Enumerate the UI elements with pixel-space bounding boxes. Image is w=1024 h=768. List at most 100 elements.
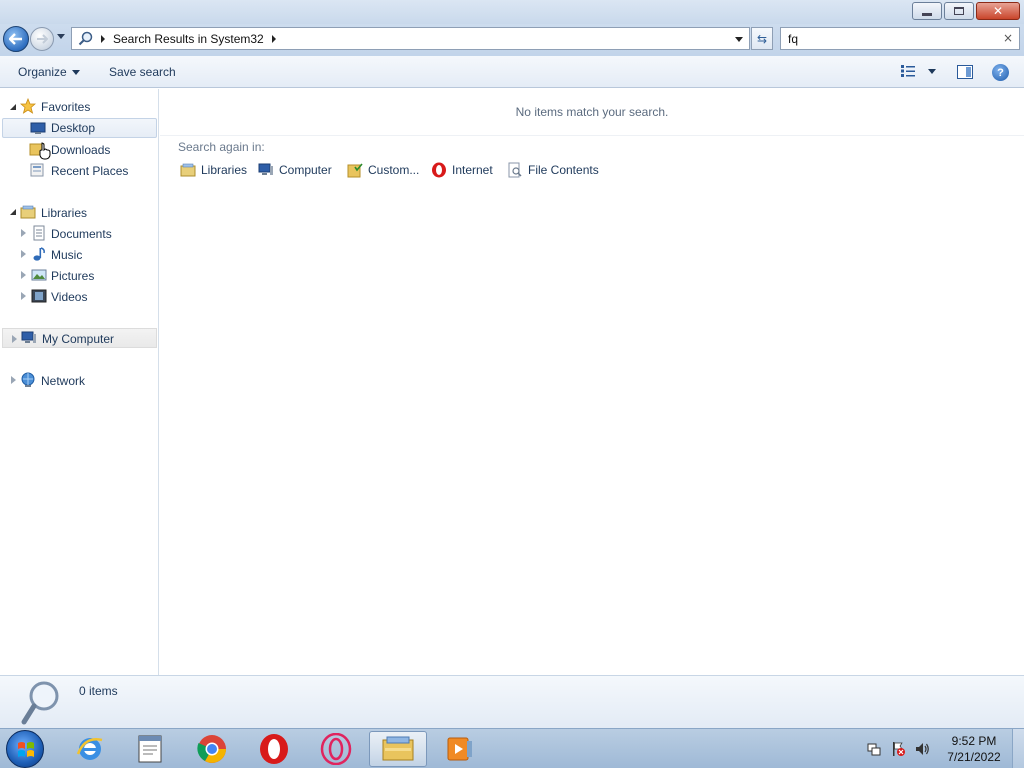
collapsed-arrow-icon[interactable]: [12, 335, 17, 343]
nav-pictures-label: Pictures: [51, 269, 95, 283]
search-again-computer-label: Computer: [279, 163, 332, 177]
expanded-arrow-icon[interactable]: [10, 104, 16, 110]
minimize-button[interactable]: [912, 2, 942, 20]
taskbar-windows-explorer[interactable]: [369, 731, 427, 767]
taskbar-clock[interactable]: 9:52 PM 7/21/2022: [940, 733, 1008, 765]
breadcrumb-chevron-icon[interactable]: [271, 34, 276, 43]
system-tray: [866, 741, 930, 757]
chevron-down-icon: [71, 70, 80, 76]
opera-icon: [260, 734, 288, 764]
search-input[interactable]: [781, 28, 981, 49]
address-history-dropdown[interactable]: [735, 37, 743, 42]
taskbar: 9:52 PM 7/21/2022: [0, 728, 1024, 768]
window-titlebar: ✕: [0, 0, 1024, 24]
opera-icon: [432, 162, 446, 178]
preview-pane-button[interactable]: [957, 65, 973, 79]
change-view-button[interactable]: [900, 64, 936, 78]
nav-libraries[interactable]: Libraries: [0, 202, 157, 222]
nav-videos[interactable]: Videos: [0, 286, 157, 306]
media-player-icon: [447, 737, 472, 761]
collapsed-arrow-icon[interactable]: [21, 229, 26, 237]
empty-search-text: No items match your search.: [515, 105, 669, 119]
chrome-icon: [197, 735, 226, 763]
mouse-cursor-icon: [39, 142, 51, 160]
details-view-icon: [901, 65, 915, 77]
search-again-custom-label: Custom...: [368, 163, 420, 177]
caption-buttons: ✕: [912, 2, 1020, 20]
expanded-arrow-icon[interactable]: [10, 209, 16, 215]
collapsed-arrow-icon[interactable]: [21, 292, 26, 300]
forward-button[interactable]: [30, 27, 54, 51]
organize-button[interactable]: Organize: [18, 65, 80, 79]
view-options-dropdown-icon[interactable]: [928, 68, 936, 74]
search-again-libraries[interactable]: Libraries: [180, 160, 247, 180]
opera-gx-icon: [320, 733, 352, 765]
nav-downloads[interactable]: Downloads: [0, 139, 157, 160]
videos-icon: [31, 289, 47, 303]
collapsed-arrow-icon[interactable]: [21, 250, 26, 258]
recent-pages-dropdown[interactable]: [57, 34, 65, 39]
nav-network[interactable]: Network: [0, 370, 157, 390]
nav-desktop[interactable]: Desktop: [2, 118, 157, 138]
search-again-file-contents[interactable]: File Contents: [507, 160, 599, 180]
network-status-icon[interactable]: [866, 741, 882, 757]
search-again-file-contents-label: File Contents: [528, 163, 599, 177]
back-button[interactable]: [3, 26, 29, 52]
show-desktop-button[interactable]: [1012, 729, 1024, 768]
search-icon: [78, 31, 93, 46]
content-pane: No items match your search. Search again…: [160, 89, 1024, 675]
action-center-flag-icon[interactable]: [890, 741, 906, 757]
taskbar-notepad[interactable]: [121, 731, 179, 767]
save-search-button[interactable]: Save search: [109, 65, 176, 79]
search-again-custom[interactable]: Custom...: [347, 160, 419, 180]
taskbar-opera[interactable]: [245, 731, 303, 767]
nav-music-label: Music: [51, 248, 83, 262]
nav-favorites-label: Favorites: [41, 100, 91, 114]
search-again-computer[interactable]: Computer: [258, 160, 332, 180]
command-bar: Organize Save search ?: [0, 56, 1024, 88]
start-button[interactable]: [6, 730, 44, 768]
taskbar-media-player[interactable]: [431, 731, 489, 767]
taskbar-opera-gx[interactable]: [307, 731, 365, 767]
windows-explorer-icon: [382, 736, 414, 761]
restore-button[interactable]: [944, 2, 974, 20]
windows-logo-icon: [18, 742, 34, 757]
item-count: 0 items: [79, 684, 118, 698]
libraries-icon: [180, 163, 196, 177]
save-search-label: Save search: [109, 65, 176, 79]
computer-icon: [21, 331, 36, 343]
nav-videos-label: Videos: [51, 290, 88, 304]
nav-libraries-label: Libraries: [41, 206, 88, 220]
volume-icon[interactable]: [914, 741, 930, 757]
refresh-button[interactable]: ⇆: [751, 27, 773, 50]
address-bar[interactable]: Search Results in System32: [71, 27, 750, 50]
nav-pictures[interactable]: Pictures: [0, 265, 157, 285]
pictures-icon: [31, 269, 47, 281]
collapsed-arrow-icon[interactable]: [11, 376, 16, 384]
network-icon: [21, 372, 35, 387]
file-contents-icon: [508, 162, 522, 178]
breadcrumb-search-results[interactable]: Search Results in System32: [113, 32, 264, 46]
nav-downloads-label: Downloads: [51, 143, 111, 157]
search-again-internet[interactable]: Internet: [431, 160, 493, 180]
help-button[interactable]: ?: [992, 64, 1009, 81]
collapsed-arrow-icon[interactable]: [21, 271, 26, 279]
nav-documents-label: Documents: [51, 227, 112, 241]
taskbar-chrome[interactable]: [183, 731, 241, 767]
nav-music[interactable]: Music: [0, 244, 157, 264]
clock-time: 9:52 PM: [951, 734, 997, 748]
nav-my-computer[interactable]: My Computer: [2, 328, 157, 348]
nav-my-computer-label: My Computer: [42, 332, 115, 346]
clear-search-icon[interactable]: ×: [1003, 31, 1013, 45]
breadcrumb-separator-icon[interactable]: [101, 34, 105, 43]
nav-favorites[interactable]: Favorites: [0, 97, 157, 117]
taskbar-internet-explorer[interactable]: [61, 731, 119, 767]
nav-recent-places[interactable]: Recent Places: [0, 160, 157, 180]
custom-folder-icon: [347, 163, 363, 178]
desktop-icon: [30, 122, 46, 134]
close-button[interactable]: ✕: [976, 2, 1020, 20]
search-again-label: Search again in:: [178, 140, 265, 154]
search-magnifier-icon: [21, 681, 59, 725]
libraries-icon: [20, 205, 36, 219]
nav-documents[interactable]: Documents: [0, 223, 157, 243]
